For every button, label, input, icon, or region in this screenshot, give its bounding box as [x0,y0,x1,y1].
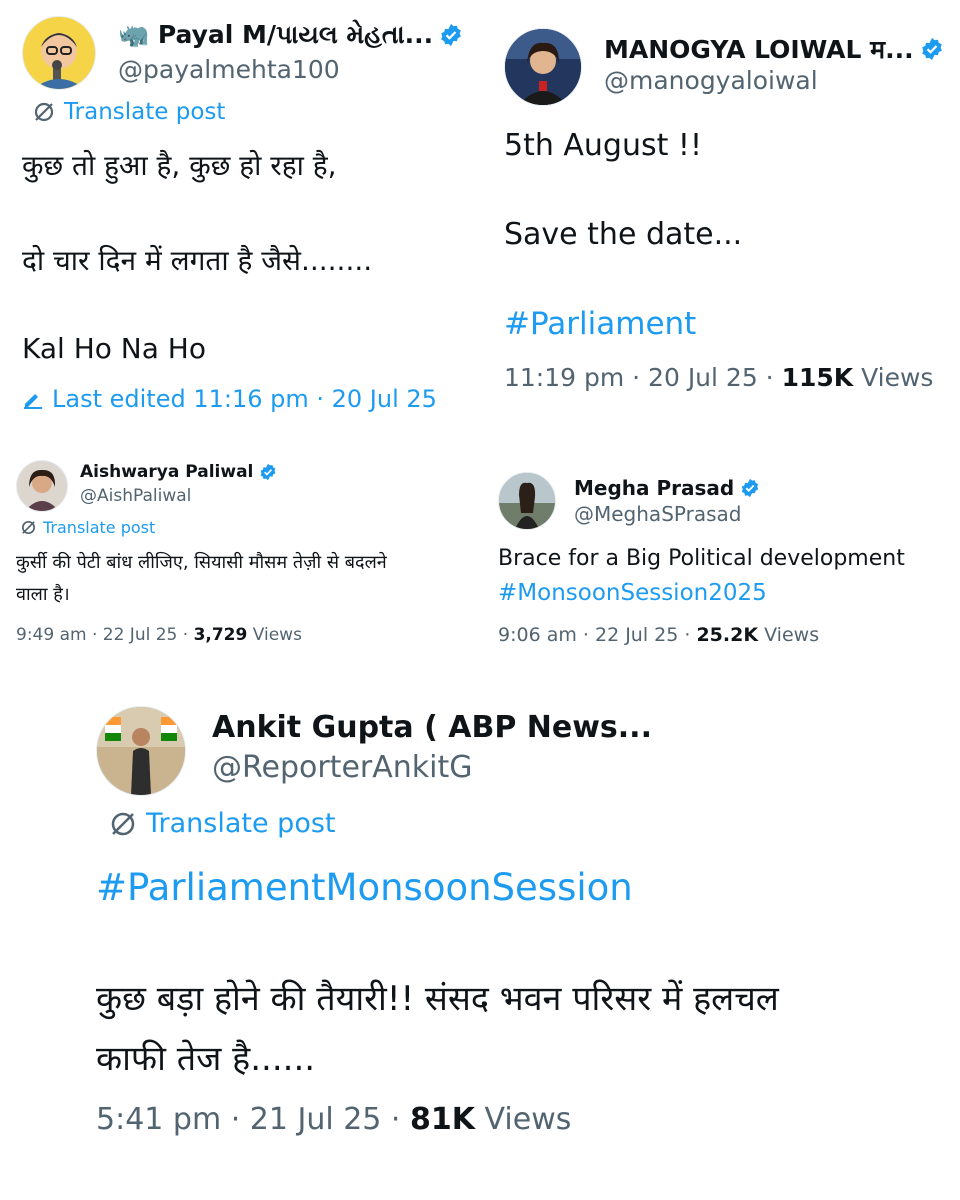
avatar[interactable] [498,472,556,530]
tweet-text-line-2: Save the date... [504,217,743,252]
views-count: 81K [410,1102,476,1137]
display-name-row: MANOGYA LOIWAL म... [604,32,944,66]
views-count: 115K [781,363,854,392]
display-name-row: Ankit Gupta ( ABP News... [212,710,652,745]
timestamp[interactable]: 9:49 am · 22 Jul 25 · [16,625,194,645]
tweet-text-line-2: काफी तेज है...... [96,1039,316,1079]
translate-post-link[interactable]: Translate post [32,99,225,125]
timestamp[interactable]: 5:41 pm · 21 Jul 25 · [96,1102,410,1137]
avatar[interactable] [504,28,582,106]
tweet-meta: 9:06 am · 22 Jul 25 · 25.2K Views [498,624,819,646]
tweet-text-line-1: 5th August !! [504,128,702,163]
tweet-text-line-2: दो चार दिन में लगता है जैसे........ [22,244,373,277]
last-edited-label: Last edited 11:16 pm · 20 Jul 25 [52,385,437,413]
tweet-ankit[interactable]: Ankit Gupta ( ABP News... @ReporterAnkit… [0,690,960,1190]
hashtag-link[interactable]: #Parliament [504,306,696,342]
avatar[interactable] [16,460,68,512]
user-handle[interactable]: @MeghaSPrasad [574,502,741,526]
display-name-row: Aishwarya Paliwal [80,462,277,482]
verified-badge-icon [441,24,461,46]
tweet-text-line-1: कुछ तो हुआ है, कुछ हो रहा है, [22,149,337,182]
translate-label: Translate post [64,99,226,125]
translate-icon [34,102,54,122]
user-handle[interactable]: @manogyaloiwal [604,66,818,95]
views-label: Views [853,363,934,392]
user-handle[interactable]: @AishPaliwal [80,486,191,506]
tweet-meta: 11:19 pm · 20 Jul 25 · 115K Views [504,363,933,392]
tweet-text-line-3: Kal Ho Na Ho [22,332,206,365]
translate-icon [21,520,36,535]
hashtag-link[interactable]: #MonsoonSession2025 [498,580,767,606]
timestamp[interactable]: 9:06 am · 22 Jul 25 · [498,624,696,646]
translate-label: Translate post [43,518,156,537]
hashtag-link[interactable]: #ParliamentMonsoonSession [96,866,633,909]
display-name[interactable]: 🦏 Payal M/પાયલ મેહતા... [118,20,433,50]
verified-badge-icon [742,478,759,498]
tweet-meta: 9:49 am · 22 Jul 25 · 3,729 Views [16,625,302,645]
edit-pencil-icon [24,394,42,409]
tweet-text-line-1: कुर्सी की पेटी बांध लीजिए, सियासी मौसम त… [16,552,387,573]
display-name[interactable]: Ankit Gupta ( ABP News... [212,710,652,745]
tweet-meta: 5:41 pm · 21 Jul 25 · 81K Views [96,1102,571,1137]
tweet-aishwarya[interactable]: Aishwarya Paliwal @AishPaliwal Translate… [0,440,480,670]
translate-post-link[interactable]: Translate post [108,808,336,839]
tweet-payal[interactable]: 🦏 Payal M/પાયલ મેહતા... @payalmehta100 T… [0,0,480,430]
user-handle[interactable]: @payalmehta100 [118,55,340,84]
avatar[interactable] [96,706,186,796]
display-name[interactable]: Aishwarya Paliwal [80,462,253,482]
tweet-text-line-1: Brace for a Big Political development [498,546,905,571]
translate-post-link[interactable]: Translate post [20,518,155,537]
timestamp[interactable]: 11:19 pm · 20 Jul 25 · [504,363,782,392]
avatar[interactable] [22,16,96,90]
verified-badge-icon [921,38,942,60]
tweet-text-line-1: कुछ बड़ा होने की तैयारी!! संसद भवन परिसर… [96,979,779,1019]
avatar-photo-icon [499,473,555,529]
views-label: Views [247,625,302,645]
avatar-photo-icon [505,29,581,105]
display-name[interactable]: Megha Prasad [574,476,734,500]
display-name-row: Megha Prasad [574,476,760,500]
views-count: 25.2K [696,624,759,646]
display-name-row: 🦏 Payal M/પાયલ મેહતા... [118,20,463,50]
translate-icon [111,812,135,835]
avatar-photo-icon [97,707,185,795]
views-count: 3,729 [193,625,248,645]
avatar-photo-icon [17,461,67,511]
last-edited-link[interactable]: Last edited 11:16 pm · 20 Jul 25 [22,385,437,413]
avatar-cartoon-icon [23,17,95,89]
verified-badge-icon [261,463,276,481]
tweet-text-line-2: वाला है। [16,584,70,605]
user-handle[interactable]: @ReporterAnkitG [212,750,473,785]
views-label: Views [758,624,820,646]
display-name[interactable]: MANOGYA LOIWAL म... [604,32,914,66]
translate-label: Translate post [146,808,336,839]
tweet-manogya[interactable]: MANOGYA LOIWAL म... @manogyaloiwal 5th A… [480,0,960,430]
views-label: Views [475,1102,572,1137]
tweet-megha[interactable]: Megha Prasad @MeghaSPrasad Brace for a B… [480,440,960,670]
